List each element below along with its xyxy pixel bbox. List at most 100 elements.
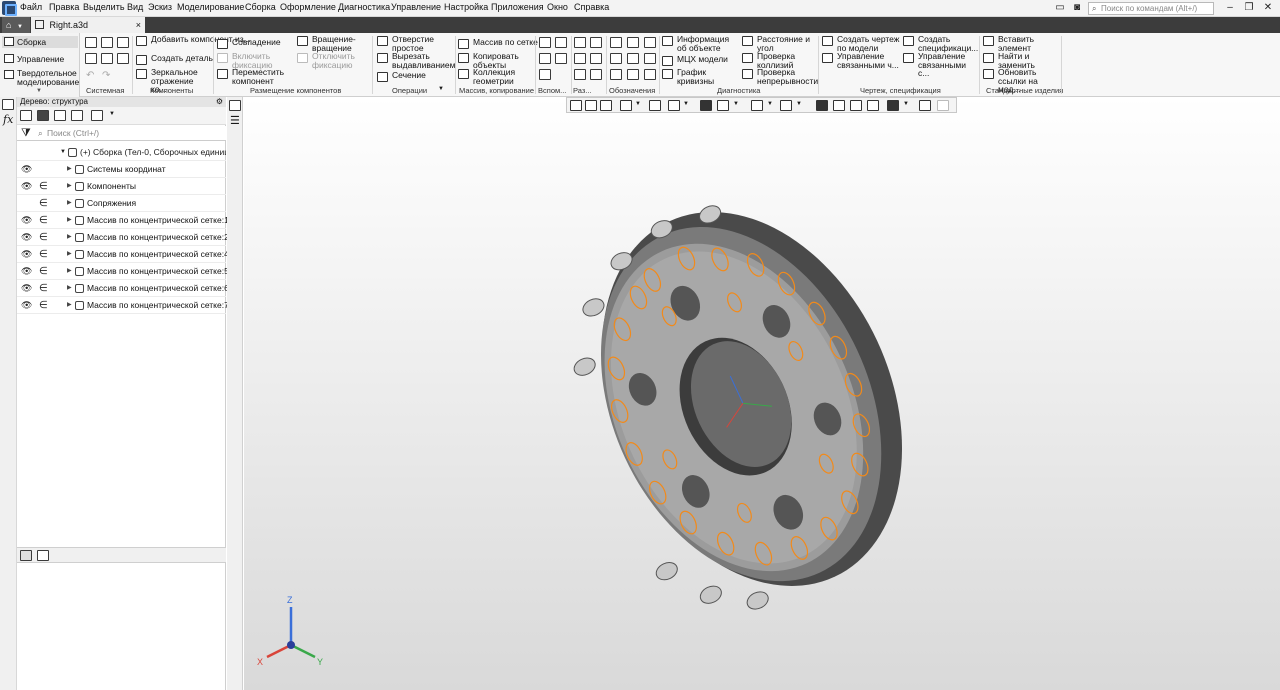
tree-row[interactable]: ∈ ▶ Сопряжения [17,195,226,212]
manage-linked-drawings-button[interactable]: Управление связанными ч... [822,52,902,69]
aux-line-icon[interactable] [539,69,551,80]
home-tab[interactable]: ⌂ ▼ [2,17,30,33]
funnel-icon[interactable]: ⧩ [21,126,31,141]
sidebar-item-solid-modeling[interactable]: Твердотельное моделирование [2,69,80,89]
tree-panel-icon[interactable] [2,99,14,110]
tree-view-options-icon[interactable] [91,110,103,121]
collapse-arrow-icon[interactable]: ▼ [60,144,66,161]
coincide-button[interactable]: Совпадение [217,38,281,50]
grid-toggle-icon[interactable] [570,100,582,111]
perspective-icon[interactable] [816,100,828,111]
render-dropdown-icon[interactable]: ▼ [796,101,802,107]
include-icon[interactable]: ∈ [39,246,48,263]
orient-icon[interactable] [668,100,680,111]
tree-row[interactable]: 👁 ∈ ▶ Массив по концентрической сетке:4 [17,246,229,263]
sidebar-expand-icon[interactable]: ▼ [36,88,42,94]
rotate-icon[interactable] [649,100,661,111]
zoom-frame-icon[interactable] [600,100,612,111]
minimize-icon[interactable]: – [1222,1,1238,15]
dimension-radius-icon[interactable] [574,53,586,64]
menu-modeling[interactable]: Моделирование [177,2,244,12]
filter-dropdown-icon[interactable]: ▼ [903,101,909,107]
tree-filter-icon[interactable] [71,110,83,121]
note-table-icon[interactable] [644,69,656,80]
bottom-properties-icon[interactable] [37,550,49,561]
tree-row[interactable]: 👁 ∈ ▶ Компоненты [17,178,226,195]
menu-applications[interactable]: Приложения [491,2,544,12]
document-tab[interactable]: Right.a3d × [31,17,145,33]
note-base-icon[interactable] [644,37,656,48]
tree-components-icon[interactable] [54,110,66,121]
open-document-icon[interactable] [101,37,113,48]
measure-icon[interactable] [919,100,931,111]
aux-cs-icon[interactable] [555,53,567,64]
visibility-eye-icon[interactable]: 👁 [21,178,32,195]
visibility-eye-icon[interactable]: 👁 [21,229,32,246]
new-document-icon[interactable] [85,37,97,48]
operations-dropdown-icon[interactable]: ▼ [438,86,444,92]
tree-build-order-icon[interactable] [37,110,49,121]
clear-icon[interactable] [937,100,949,111]
camera-icon[interactable]: ◙ [1069,1,1085,15]
create-part-button[interactable]: Создать деталь [136,54,213,66]
properties-panel-icon[interactable] [229,100,241,111]
continuity-check-button[interactable]: Проверка непрерывности [742,68,818,85]
dimension-auto-icon[interactable] [574,69,586,80]
tree-row[interactable]: 👁 ∈ ▶ Массив по концентрической сетке:2 [17,229,229,246]
visibility-eye-icon[interactable]: 👁 [21,280,32,297]
visibility-eye-icon[interactable]: 👁 [21,212,32,229]
selection-filter-icon[interactable] [887,100,899,111]
menu-assembly[interactable]: Сборка [245,2,276,12]
include-icon[interactable]: ∈ [39,195,48,212]
section-view-icon[interactable] [833,100,845,111]
include-icon[interactable]: ∈ [39,297,48,314]
disable-fix-button[interactable]: Отключить фиксацию [297,52,362,69]
note-mark-icon[interactable] [627,53,639,64]
expand-arrow-icon[interactable]: ▶ [67,263,72,280]
aux-plane-icon[interactable] [539,37,551,48]
note-position-icon[interactable] [610,69,622,80]
tree-settings-icon[interactable]: ⚙ [216,97,223,107]
dimension-angle-icon[interactable] [590,37,602,48]
orient-dropdown-icon[interactable]: ▼ [683,101,689,107]
tree-row[interactable]: 👁 ∈ ▶ Массив по концентрической сетке:7 [17,297,229,314]
tree-search-input[interactable]: ⧩ ⌕ Поиск (Ctrl+/) [17,126,226,141]
include-icon[interactable]: ∈ [39,280,48,297]
menu-diagnostics[interactable]: Диагностика [338,2,390,12]
tree-row[interactable]: 👁 ∈ ▶ Массив по концентрической сетке:6 [17,280,229,297]
visibility-eye-icon[interactable]: 👁 [21,161,32,178]
simple-hole-button[interactable]: Отверстие простое [377,35,437,52]
distance-angle-button[interactable]: Расстояние и угол [742,35,814,52]
expand-arrow-icon[interactable]: ▶ [67,178,72,195]
render-mode-icon[interactable] [780,100,792,111]
manage-linked-specs-button[interactable]: Управление связанными с... [903,52,979,78]
visibility-eye-icon[interactable]: 👁 [21,297,32,314]
menu-file[interactable]: Файл [20,2,42,12]
sidebar-item-management[interactable]: Управление [2,53,78,65]
dimension-diameter-icon[interactable] [590,53,602,64]
menu-help[interactable]: Справка [574,2,609,12]
display-mode-icon[interactable] [717,100,729,111]
tree-row[interactable]: 👁 ∈ ▶ Массив по концентрической сетке:1 [17,212,229,229]
zoom-icon[interactable] [620,100,632,111]
rotation-button[interactable]: Вращение-вращение [297,35,357,52]
dimension-chain-icon[interactable] [590,69,602,80]
note-tolerance-icon[interactable] [610,53,622,64]
panel-toggle-icon[interactable]: ▭ [1052,1,1068,15]
view-cube-icon[interactable] [700,100,712,111]
note-text-icon[interactable] [627,69,639,80]
local-cs-icon[interactable] [585,100,597,111]
preview-icon[interactable] [101,53,113,64]
note-leader-icon[interactable] [610,37,622,48]
move-component-button[interactable]: Переместить компонент [217,68,287,85]
close-tab-icon[interactable]: × [136,17,141,33]
hide-show-icon[interactable] [751,100,763,111]
menu-settings[interactable]: Настройка [444,2,488,12]
bottom-tree-icon[interactable] [20,550,32,561]
expand-arrow-icon[interactable]: ▶ [67,161,72,178]
grid-array-button[interactable]: Массив по сетке [458,38,538,50]
menu-lines-icon[interactable]: ☰ [230,114,240,127]
include-icon[interactable]: ∈ [39,212,48,229]
aux-point-icon[interactable] [539,53,551,64]
component-view-icon[interactable] [867,100,879,111]
